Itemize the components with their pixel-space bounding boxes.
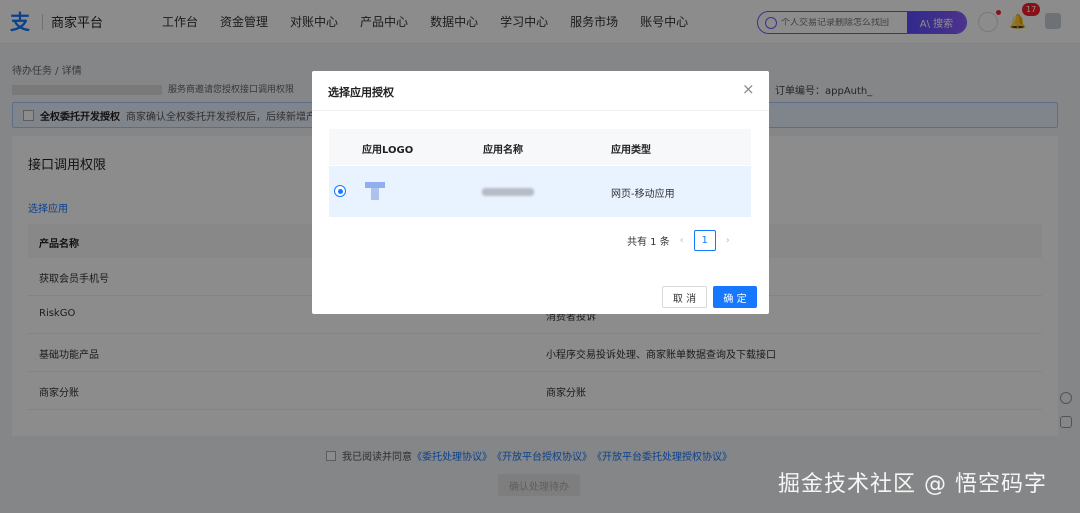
cancel-button[interactable]: 取 消 (662, 286, 707, 308)
page-number[interactable]: 1 (693, 230, 716, 251)
confirm-button[interactable]: 确 定 (713, 286, 757, 308)
app-table-row[interactable]: 网页-移动应用 (329, 166, 751, 217)
column-app-name: 应用名称 (483, 145, 523, 156)
app-type: 网页-移动应用 (611, 189, 675, 200)
watermark: 掘金技术社区 @ 悟空码字 (778, 472, 1047, 497)
pagination: 共有 1 条 ‹ 1 › (627, 230, 740, 251)
next-page-icon[interactable]: › (726, 235, 730, 246)
redacted-app-name (482, 188, 534, 196)
column-app-logo: 应用LOGO (362, 145, 414, 156)
radio-selected-dot (338, 189, 343, 194)
column-app-type: 应用类型 (611, 145, 651, 156)
total-count: 共有 1 条 (627, 237, 670, 248)
dialog-divider (312, 110, 769, 111)
app-table-header: 应用LOGO 应用名称 应用类型 (329, 129, 751, 165)
select-app-dialog: 选择应用授权 × 应用LOGO 应用名称 应用类型 网页-移动应用 共有 1 条… (312, 71, 769, 314)
app-select-radio[interactable] (334, 185, 346, 197)
close-icon[interactable]: × (742, 81, 755, 97)
app-logo-image (365, 180, 385, 202)
prev-page-icon[interactable]: ‹ (680, 235, 684, 246)
dialog-title: 选择应用授权 (328, 86, 394, 99)
